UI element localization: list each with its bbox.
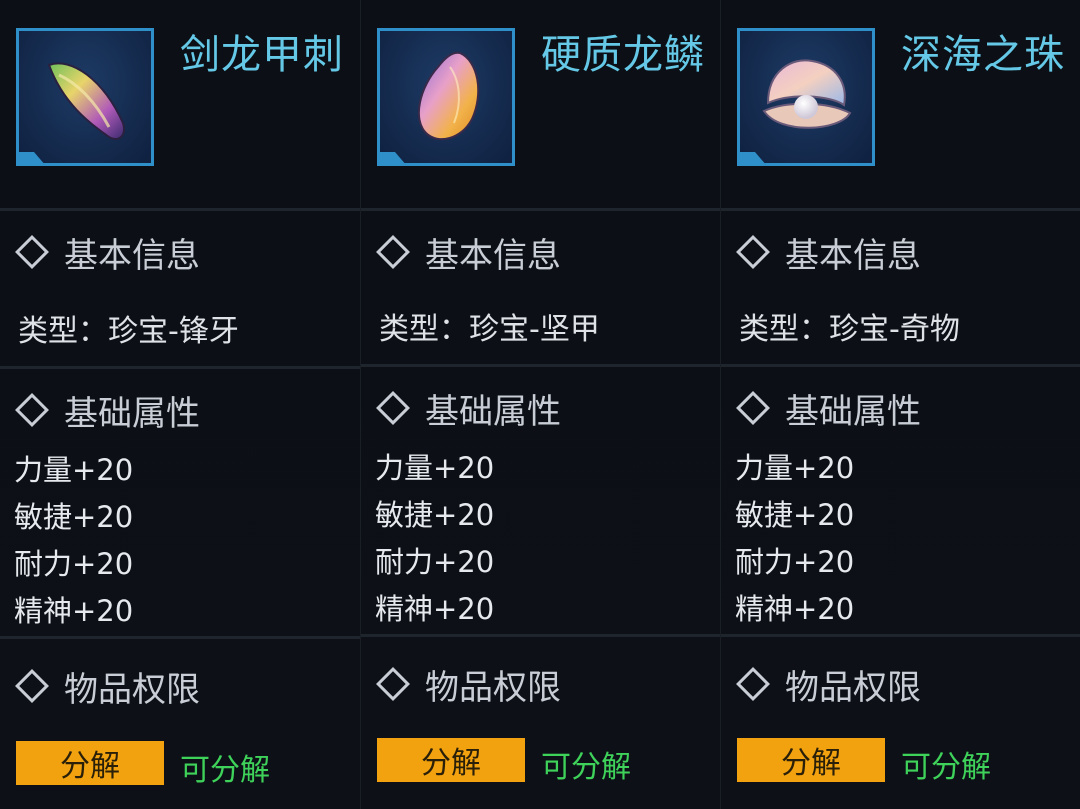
- decompose-button[interactable]: 分解: [16, 741, 164, 785]
- decompose-button[interactable]: 分解: [377, 738, 525, 782]
- attribute-strength: 力量+20: [14, 453, 134, 487]
- attribute-stamina: 耐力+20: [735, 545, 855, 579]
- diamond-icon: [736, 667, 770, 701]
- diamond-icon: [736, 391, 770, 425]
- section-permission: 物品权限: [735, 660, 921, 708]
- item-panel-3: 深海之珠 基本信息 类型：珍宝-奇物 基础属性 力量+20 敏捷+20 耐力+2…: [720, 0, 1080, 809]
- divider: [361, 364, 721, 367]
- section-attributes: 基础属性: [14, 386, 200, 434]
- divider: [0, 208, 360, 211]
- divider: [0, 636, 360, 639]
- section-basic-info: 基本信息: [14, 228, 200, 276]
- decompose-status: 可分解: [541, 750, 631, 785]
- attribute-spirit: 精神+20: [14, 594, 134, 628]
- section-label: 基础属性: [64, 393, 200, 434]
- item-comparison: 剑龙甲刺 基本信息 类型：珍宝-锋牙 基础属性 力量+20 敏捷+20 耐力+2…: [0, 0, 1080, 809]
- decompose-status: 可分解: [180, 753, 270, 788]
- item-panel-1: 剑龙甲刺 基本信息 类型：珍宝-锋牙 基础属性 力量+20 敏捷+20 耐力+2…: [0, 0, 360, 809]
- attribute-strength: 力量+20: [375, 451, 495, 485]
- divider: [721, 634, 1080, 637]
- diamond-icon: [376, 667, 410, 701]
- item-title: 深海之珠: [901, 32, 1065, 78]
- diamond-icon: [15, 235, 49, 269]
- divider: [721, 208, 1080, 211]
- attribute-spirit: 精神+20: [735, 592, 855, 626]
- section-permission: 物品权限: [14, 662, 200, 710]
- item-title: 硬质龙鳞: [541, 32, 705, 78]
- diamond-icon: [376, 391, 410, 425]
- divider: [361, 208, 721, 211]
- deep-sea-pearl-icon: [762, 59, 852, 129]
- section-basic-info: 基本信息: [375, 228, 561, 276]
- section-basic-info: 基本信息: [735, 228, 921, 276]
- section-attributes: 基础属性: [735, 384, 921, 432]
- section-label: 基础属性: [785, 391, 921, 432]
- section-permission: 物品权限: [375, 660, 561, 708]
- item-icon-frame[interactable]: [16, 28, 154, 166]
- diamond-icon: [15, 393, 49, 427]
- diamond-icon: [15, 669, 49, 703]
- divider: [0, 366, 360, 369]
- section-label: 物品权限: [425, 667, 561, 708]
- item-type: 类型：珍宝-坚甲: [379, 312, 600, 347]
- divider: [721, 364, 1080, 367]
- section-label: 物品权限: [785, 667, 921, 708]
- hard-dragon-scale-icon: [417, 51, 480, 141]
- section-label: 基础属性: [425, 391, 561, 432]
- item-icon-frame[interactable]: [377, 28, 515, 166]
- section-label: 基本信息: [425, 235, 561, 276]
- section-label: 基本信息: [785, 235, 921, 276]
- attribute-agility: 敏捷+20: [14, 500, 134, 534]
- item-type: 类型：珍宝-奇物: [739, 312, 960, 347]
- decompose-status: 可分解: [901, 750, 991, 785]
- attribute-agility: 敏捷+20: [375, 498, 495, 532]
- item-panel-2: 硬质龙鳞 基本信息 类型：珍宝-坚甲 基础属性 力量+20 敏捷+20 耐力+2…: [360, 0, 721, 809]
- attribute-agility: 敏捷+20: [735, 498, 855, 532]
- section-label: 基本信息: [64, 235, 200, 276]
- attribute-strength: 力量+20: [735, 451, 855, 485]
- attribute-spirit: 精神+20: [375, 592, 495, 626]
- item-type: 类型：珍宝-锋牙: [18, 314, 239, 349]
- divider: [361, 634, 721, 637]
- section-attributes: 基础属性: [375, 384, 561, 432]
- item-icon-frame[interactable]: [737, 28, 875, 166]
- section-label: 物品权限: [64, 669, 200, 710]
- decompose-button[interactable]: 分解: [737, 738, 885, 782]
- diamond-icon: [736, 235, 770, 269]
- diamond-icon: [376, 235, 410, 269]
- attribute-stamina: 耐力+20: [14, 547, 134, 581]
- item-title: 剑龙甲刺: [180, 32, 344, 78]
- stegosaurus-spike-icon: [47, 62, 125, 141]
- attribute-stamina: 耐力+20: [375, 545, 495, 579]
